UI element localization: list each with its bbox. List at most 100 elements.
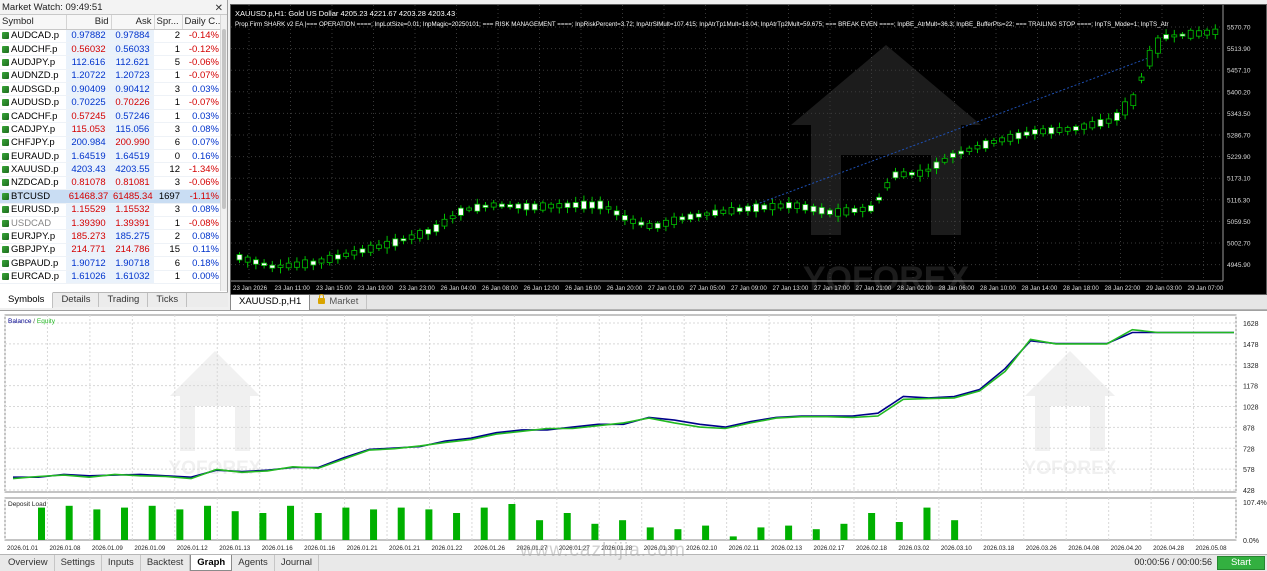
column-header-daily-change[interactable]: Daily C...: [182, 15, 222, 30]
candle-body: [252, 259, 259, 265]
price-tick-label: 5229.90: [1227, 154, 1251, 161]
symbol-icon: [2, 85, 9, 93]
column-header-ask[interactable]: Ask: [111, 15, 155, 30]
cell-ask: 0.97884: [111, 29, 154, 43]
deposit-load-bar: [619, 520, 627, 540]
candlestick-chart[interactable]: YOFOREX 5570.70 5513.90 5457.10 5400.20 5343.…: [231, 5, 1266, 294]
candle: [794, 200, 800, 214]
time-tick-label: 28 Jan 22:00: [1105, 285, 1141, 292]
candle: [474, 198, 481, 214]
symbol-icon: [2, 112, 9, 120]
table-row[interactable]: CADJPY.p 115.053 115.056 3 0.08%: [0, 122, 221, 137]
scrollbar-thumb[interactable]: [222, 29, 226, 209]
close-icon[interactable]: ✕: [215, 1, 223, 16]
candle: [523, 200, 530, 216]
cell-bid: 0.70225: [66, 95, 111, 110]
candle: [695, 210, 702, 222]
table-row[interactable]: EURAUD.p 1.64519 1.64519 0 0.16%: [0, 149, 221, 164]
price-tick-label: 5513.90: [1227, 46, 1251, 53]
market-watch-table: Symbol Bid Ask Spr... Daily C... AUDCAD.…: [0, 15, 222, 284]
symbol-icon: [2, 246, 9, 254]
candle: [925, 163, 932, 178]
table-row[interactable]: EURJPY.p 185.273 185.275 2 0.08%: [0, 229, 221, 244]
table-row[interactable]: GBPJPY.p 214.771 214.786 15 0.11%: [0, 243, 221, 258]
table-row[interactable]: GBPAUD.p 1.90712 1.90718 6 0.18%: [0, 256, 221, 271]
price-tick-label: 5116.30: [1227, 197, 1250, 204]
table-row[interactable]: CHFJPY.p 200.984 200.990 6 0.07%: [0, 136, 221, 151]
price-chart-window[interactable]: YOFOREX 5570.70 5513.90 5457.10 5400.20 5343.…: [230, 4, 1267, 295]
candle: [1146, 45, 1153, 70]
table-row[interactable]: USDCAD 1.39390 1.39391 1 -0.08%: [0, 216, 221, 231]
cell-bid: 1.20722: [66, 69, 111, 84]
candle: [917, 164, 923, 182]
candle: [375, 239, 382, 251]
tab-details[interactable]: Details: [53, 293, 100, 307]
column-header-spread[interactable]: Spr...: [154, 15, 183, 30]
cell-ask: 1.90718: [111, 256, 154, 271]
candle: [876, 193, 882, 204]
symbol-name: EURUSD.p: [11, 204, 60, 216]
table-row[interactable]: XAUUSD.p 4203.43 4203.55 12 -1.34%: [0, 162, 221, 177]
symbol-name: XAUUSD.p: [11, 164, 59, 176]
candle-body: [900, 171, 907, 178]
deposit-load-bar: [895, 522, 903, 540]
tab-trading[interactable]: Trading: [99, 293, 149, 307]
candle-body: [1163, 34, 1169, 40]
time-tick-label: 29 Jan 03:00: [1146, 285, 1182, 292]
candle: [630, 215, 637, 230]
market-watch-scrollbar[interactable]: [220, 15, 227, 291]
candle: [1138, 72, 1145, 84]
cell-ask: 200.990: [111, 136, 154, 151]
time-tick-label: 23 Jan 11:00: [275, 285, 311, 292]
symbol-name: AUDNZD.p: [11, 70, 59, 82]
start-button[interactable]: Start: [1217, 556, 1265, 570]
cell-bid: 200.984: [66, 136, 111, 151]
candle-body: [1081, 123, 1087, 130]
time-tick-label: 27 Jan 01:00: [648, 285, 684, 292]
table-row[interactable]: AUDSGD.p 0.90409 0.90412 3 0.03%: [0, 82, 221, 97]
column-header-bid[interactable]: Bid: [66, 15, 112, 30]
candle-body: [1048, 127, 1055, 135]
table-row[interactable]: EURCAD.p 1.61026 1.61032 1 0.00%: [0, 270, 221, 284]
table-row[interactable]: EURUSD.p 1.15529 1.15532 3 0.08%: [0, 203, 221, 217]
deposit-load-bar: [812, 529, 820, 540]
table-row[interactable]: AUDNZD.p 1.20722 1.20723 1 -0.07%: [0, 69, 221, 84]
candle: [1122, 97, 1128, 120]
symbol-icon: [2, 166, 9, 174]
candle: [761, 202, 768, 213]
tab-settings[interactable]: Settings: [55, 555, 102, 571]
cell-daily-change: 0.08%: [182, 122, 221, 137]
table-row[interactable]: AUDUSD.p 0.70225 0.70226 1 -0.07%: [0, 95, 221, 110]
tab-ticks[interactable]: Ticks: [148, 293, 188, 307]
table-row[interactable]: BTCUSD 61468.37 61485.34 1697 -1.11%: [0, 189, 221, 204]
candle-body: [761, 204, 768, 210]
candle: [252, 256, 259, 270]
candle: [531, 200, 538, 214]
chart-grid: [231, 5, 1223, 281]
table-row[interactable]: CADCHF.p 0.57245 0.57246 1 0.03%: [0, 109, 221, 124]
candle: [621, 209, 628, 226]
column-header-symbol[interactable]: Symbol: [0, 15, 67, 30]
time-tick-label: 28 Jan 06:00: [939, 285, 975, 292]
tab-graph[interactable]: Graph: [190, 555, 233, 571]
candle-body: [884, 182, 891, 189]
cell-spread: 15: [154, 243, 182, 258]
table-row[interactable]: AUDCAD.p 0.97882 0.97884 2 -0.14%: [0, 29, 221, 43]
tab-overview[interactable]: Overview: [2, 555, 55, 571]
tab-chart-xauusd[interactable]: XAUUSD.p,H1: [230, 295, 311, 311]
candle-body: [572, 202, 579, 208]
cell-daily-change: 0.03%: [182, 109, 221, 124]
table-row[interactable]: NZDCAD.p 0.81078 0.81081 3 -0.06%: [0, 176, 221, 191]
market-watch-panel: Market Watch: 09:49:51 ✕ Symbol Bid Ask …: [0, 0, 228, 308]
tab-market[interactable]: Market: [310, 294, 368, 309]
tab-agents[interactable]: Agents: [232, 555, 275, 571]
tab-backtest[interactable]: Backtest: [141, 555, 191, 571]
table-row[interactable]: AUDCHF.p 0.56032 0.56033 1 -0.12%: [0, 42, 221, 57]
table-row[interactable]: AUDJPY.p 112.616 112.621 5 -0.06%: [0, 55, 221, 70]
candle-body: [449, 215, 456, 220]
tab-inputs[interactable]: Inputs: [102, 555, 141, 571]
tab-journal[interactable]: Journal: [275, 555, 319, 571]
tab-symbols[interactable]: Symbols: [0, 292, 54, 308]
date-tick-label: 2026.02.10: [686, 545, 718, 552]
date-tick-label: 2026.05.08: [1196, 545, 1228, 552]
